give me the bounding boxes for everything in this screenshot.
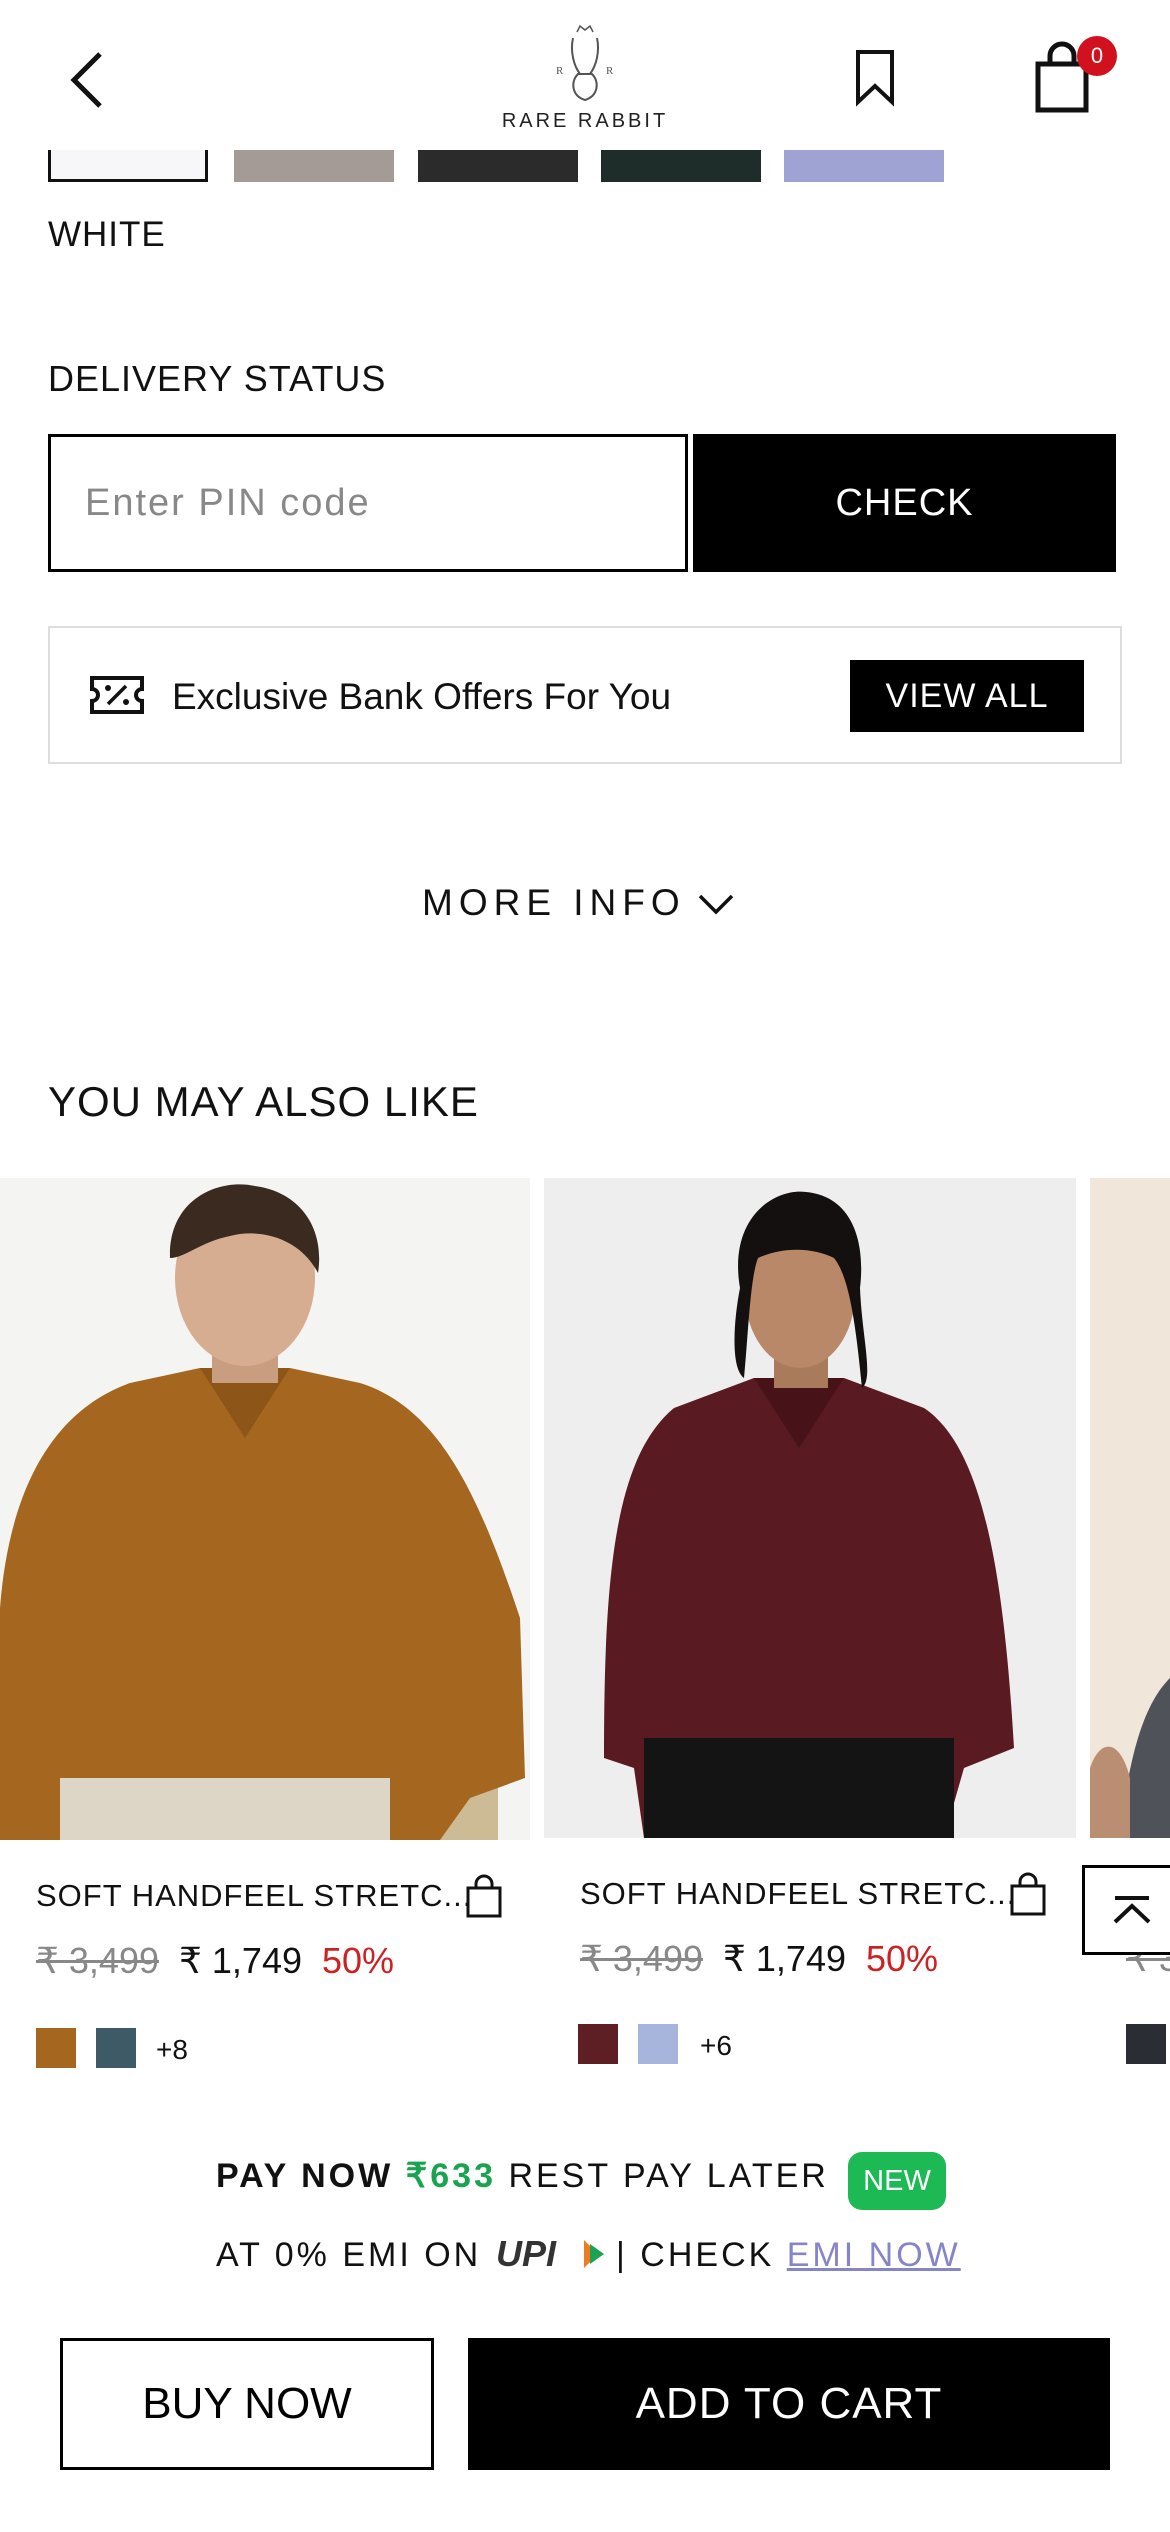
color-swatch-taupe[interactable] [234, 150, 394, 182]
add-to-bag-icon[interactable] [464, 1874, 504, 1918]
coupon-ticket-icon [90, 676, 144, 714]
product-name[interactable]: SOFT HANDFEEL STRETC... [580, 1876, 1016, 1912]
bookmark-icon [856, 50, 894, 107]
more-info-label: MORE INFO [422, 882, 686, 923]
sale-price: ₹ 1,749 [179, 1940, 302, 1981]
color-swatch-dark-green[interactable] [601, 150, 761, 182]
add-to-bag-icon[interactable] [1008, 1872, 1048, 1916]
rabbit-logo-icon: R R [556, 24, 614, 102]
color-swatch-row [48, 150, 1170, 182]
product-image[interactable] [0, 1178, 530, 1840]
scroll-to-top-button[interactable] [1082, 1865, 1170, 1955]
bank-offers-banner: Exclusive Bank Offers For You VIEW ALL [48, 626, 1122, 764]
check-emi-label: | CHECK [616, 2236, 775, 2274]
svg-text:R: R [606, 65, 614, 77]
price-row: ₹ 3,499 ₹ 1,749 50% [36, 1940, 394, 1982]
delivery-status-title: DELIVERY STATUS [48, 358, 387, 399]
chevron-up-icon [1113, 1896, 1151, 1924]
color-swatch-white[interactable] [48, 150, 208, 182]
product-image[interactable] [1090, 1178, 1170, 1838]
color-chip-maroon[interactable] [578, 2024, 618, 2064]
original-price: ₹ 3,499 [580, 1938, 703, 1979]
shopping-bag-icon [466, 1874, 502, 1918]
check-emi-line: | CHECK EMI NOW [616, 2236, 961, 2275]
pay-now-label: PAY NOW [216, 2157, 394, 2195]
model-photo-partial [1090, 1178, 1170, 1838]
upi-logo: UPI [494, 2232, 606, 2276]
more-colors-count[interactable]: +6 [700, 2030, 732, 2062]
rest-pay-later-label: REST PAY LATER [508, 2157, 829, 2195]
recommendations-title: YOU MAY ALSO LIKE [48, 1078, 479, 1125]
model-photo-maroon-shirt [544, 1178, 1076, 1838]
svg-text:R: R [556, 65, 564, 77]
model-photo-mustard-shirt [0, 1178, 530, 1840]
selected-color-label: WHITE [48, 215, 166, 254]
emi-now-link[interactable]: EMI NOW [787, 2236, 961, 2274]
more-info-toggle[interactable]: MORE INFO [420, 876, 750, 932]
chevron-down-icon [698, 894, 734, 915]
brand-name: RARE RABBIT [501, 110, 669, 132]
color-chip-charcoal[interactable] [1126, 2024, 1166, 2064]
new-badge: NEW [848, 2152, 946, 2210]
product-image[interactable] [544, 1178, 1076, 1838]
pin-code-input[interactable] [48, 434, 688, 572]
discount-percent: 50% [322, 1940, 395, 1981]
price-row: ₹ 3,499 ₹ 1,749 50% [580, 1938, 938, 1980]
app-header: R R RARE RABBIT 0 [0, 0, 1170, 150]
buy-now-button[interactable]: BUY NOW [60, 2338, 434, 2470]
chevron-left-icon [70, 52, 102, 108]
upi-logo-icon: UPI [496, 2233, 604, 2274]
product-card[interactable]: ₹ 3 [1090, 1178, 1170, 2098]
color-chip-brown[interactable] [36, 2028, 76, 2068]
add-to-cart-button[interactable]: ADD TO CART [468, 2338, 1110, 2470]
color-chip-teal[interactable] [96, 2028, 136, 2068]
sale-price: ₹ 1,749 [723, 1938, 846, 1979]
shopping-bag-icon [1010, 1872, 1046, 1916]
color-swatch-lavender[interactable] [784, 150, 944, 182]
brand-logo[interactable]: R R RARE RABBIT [500, 22, 670, 142]
back-button[interactable] [58, 40, 118, 120]
color-chip-light-blue[interactable] [638, 2024, 678, 2064]
color-swatch-black[interactable] [418, 150, 578, 182]
cart-count-badge: 0 [1077, 36, 1117, 76]
bank-offers-text: Exclusive Bank Offers For You [172, 676, 672, 717]
upi-logo-text: UPI [496, 2233, 557, 2274]
product-name[interactable]: SOFT HANDFEEL STRETC... [36, 1878, 472, 1914]
more-colors-count[interactable]: +8 [156, 2034, 188, 2066]
check-pin-button[interactable]: CHECK [693, 434, 1116, 572]
wishlist-button[interactable] [850, 48, 900, 108]
original-price: ₹ 3,499 [36, 1940, 159, 1981]
emi-prefix-text: AT 0% EMI ON [216, 2236, 482, 2274]
pay-now-amount: ₹633 [405, 2157, 496, 2195]
view-all-offers-button[interactable]: VIEW ALL [850, 660, 1084, 732]
pay-later-line: PAY NOW ₹633 REST PAY LATER [216, 2156, 829, 2196]
discount-percent: 50% [866, 1938, 939, 1979]
